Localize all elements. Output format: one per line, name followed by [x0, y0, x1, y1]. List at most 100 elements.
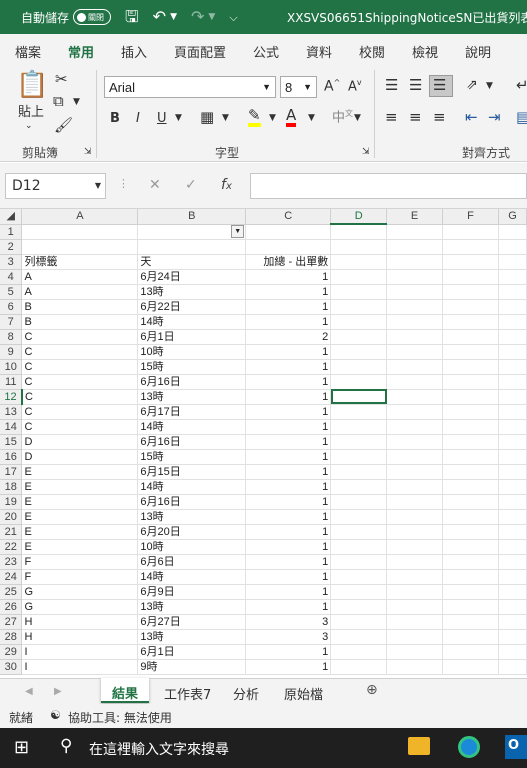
outlook-icon[interactable]: O: [505, 735, 527, 759]
cell[interactable]: [386, 599, 444, 615]
cell-day[interactable]: 13時: [137, 599, 247, 615]
cell[interactable]: [386, 554, 444, 570]
cell-row-label[interactable]: E: [21, 539, 139, 555]
cell[interactable]: [498, 509, 527, 525]
increase-indent-icon[interactable]: ⇥: [488, 110, 501, 125]
cell[interactable]: [442, 404, 499, 420]
cell[interactable]: [330, 299, 388, 315]
row-header[interactable]: 23: [0, 554, 23, 570]
cell-day[interactable]: 10時: [137, 344, 247, 360]
row-header[interactable]: 3: [0, 254, 23, 270]
cell-day[interactable]: 6月16日: [137, 434, 247, 450]
cell[interactable]: [498, 344, 527, 360]
cell[interactable]: [498, 449, 527, 465]
cut-icon[interactable]: ✂: [55, 72, 68, 87]
row-header[interactable]: 14: [0, 419, 23, 435]
row-header[interactable]: 19: [0, 494, 23, 510]
cell[interactable]: [498, 299, 527, 315]
cell-row-label[interactable]: C: [21, 404, 139, 420]
cell-order-sum[interactable]: 1: [245, 344, 332, 360]
borders-icon[interactable]: ▦: [200, 110, 214, 125]
cell-order-sum[interactable]: 1: [245, 479, 332, 495]
cell-row-label[interactable]: C: [21, 419, 139, 435]
cell[interactable]: [330, 524, 388, 540]
edge-browser-icon[interactable]: [458, 736, 480, 758]
cell[interactable]: [386, 404, 444, 420]
name-box[interactable]: D12 ▼: [5, 173, 106, 199]
row-header[interactable]: 30: [0, 659, 23, 675]
cell-order-sum[interactable]: 3: [245, 629, 332, 645]
cell-order-sum[interactable]: 1: [245, 524, 332, 540]
cell-day[interactable]: 13時: [137, 284, 247, 300]
cell[interactable]: [330, 239, 388, 255]
cell[interactable]: [330, 599, 388, 615]
row-header[interactable]: 11: [0, 374, 23, 390]
row-header[interactable]: 22: [0, 539, 23, 555]
cell-row-label[interactable]: E: [21, 494, 139, 510]
cell[interactable]: [442, 599, 499, 615]
tab-formulas[interactable]: 公式: [253, 42, 279, 61]
row-header[interactable]: 18: [0, 479, 23, 495]
cell-row-label[interactable]: C: [21, 389, 139, 405]
row-header[interactable]: 29: [0, 644, 23, 660]
cell[interactable]: [386, 359, 444, 375]
cell-day[interactable]: ▼: [137, 224, 247, 240]
cell-order-sum[interactable]: 1: [245, 584, 332, 600]
row-header[interactable]: 27: [0, 614, 23, 630]
cell[interactable]: [442, 644, 499, 660]
phonetic-dropdown-icon[interactable]: ▼: [354, 114, 361, 123]
cell[interactable]: [498, 584, 527, 600]
cell-day[interactable]: 13時: [137, 629, 247, 645]
undo-dropdown-icon[interactable]: ▼: [170, 12, 177, 22]
row-header[interactable]: 13: [0, 404, 23, 420]
cell[interactable]: [386, 314, 444, 330]
cell-order-sum[interactable]: 1: [245, 314, 332, 330]
row-header[interactable]: 1: [0, 224, 23, 240]
cell-row-label[interactable]: A: [21, 284, 139, 300]
cell[interactable]: [442, 344, 499, 360]
cell-day[interactable]: 6月20日: [137, 524, 247, 540]
cell[interactable]: [386, 494, 444, 510]
cell-order-sum[interactable]: 1: [245, 434, 332, 450]
cell-row-label[interactable]: G: [21, 584, 139, 600]
phonetic-icon[interactable]: 中文: [332, 110, 353, 125]
cell[interactable]: [498, 539, 527, 555]
cell[interactable]: [442, 524, 499, 540]
cell-order-sum[interactable]: 加總 - 出單數: [245, 254, 332, 270]
cell-row-label[interactable]: C: [21, 329, 139, 345]
cell-order-sum[interactable]: 1: [245, 374, 332, 390]
cell-order-sum[interactable]: 1: [245, 509, 332, 525]
italic-button[interactable]: I: [136, 112, 140, 125]
cell[interactable]: [498, 359, 527, 375]
cell[interactable]: [330, 329, 388, 345]
row-header[interactable]: 24: [0, 569, 23, 585]
align-top-icon[interactable]: ☰: [385, 78, 398, 93]
cell-day[interactable]: 14時: [137, 569, 247, 585]
cell-day[interactable]: 14時: [137, 314, 247, 330]
cell-order-sum[interactable]: 1: [245, 269, 332, 285]
orientation-dropdown-icon[interactable]: ▼: [486, 82, 493, 91]
file-explorer-icon[interactable]: [408, 737, 430, 755]
cell[interactable]: [442, 359, 499, 375]
customize-toolbar-icon[interactable]: ⌵: [229, 12, 237, 23]
cell[interactable]: [442, 284, 499, 300]
cell[interactable]: [442, 509, 499, 525]
cell[interactable]: [442, 629, 499, 645]
cell[interactable]: [386, 224, 444, 240]
cell[interactable]: [386, 269, 444, 285]
cell[interactable]: [498, 389, 527, 405]
cell[interactable]: [498, 479, 527, 495]
row-header[interactable]: 4: [0, 269, 23, 285]
cell[interactable]: [330, 569, 388, 585]
cell[interactable]: [442, 494, 499, 510]
cell[interactable]: [386, 329, 444, 345]
cell-row-label[interactable]: C: [21, 359, 139, 375]
cell[interactable]: [442, 314, 499, 330]
paste-button[interactable]: 貼上: [18, 106, 44, 119]
tab-page-layout[interactable]: 頁面配置: [174, 42, 226, 61]
cell[interactable]: [442, 254, 499, 270]
cell[interactable]: [386, 254, 444, 270]
cell[interactable]: [498, 464, 527, 480]
cell[interactable]: [498, 239, 527, 255]
copy-icon[interactable]: ⧉: [53, 94, 64, 109]
